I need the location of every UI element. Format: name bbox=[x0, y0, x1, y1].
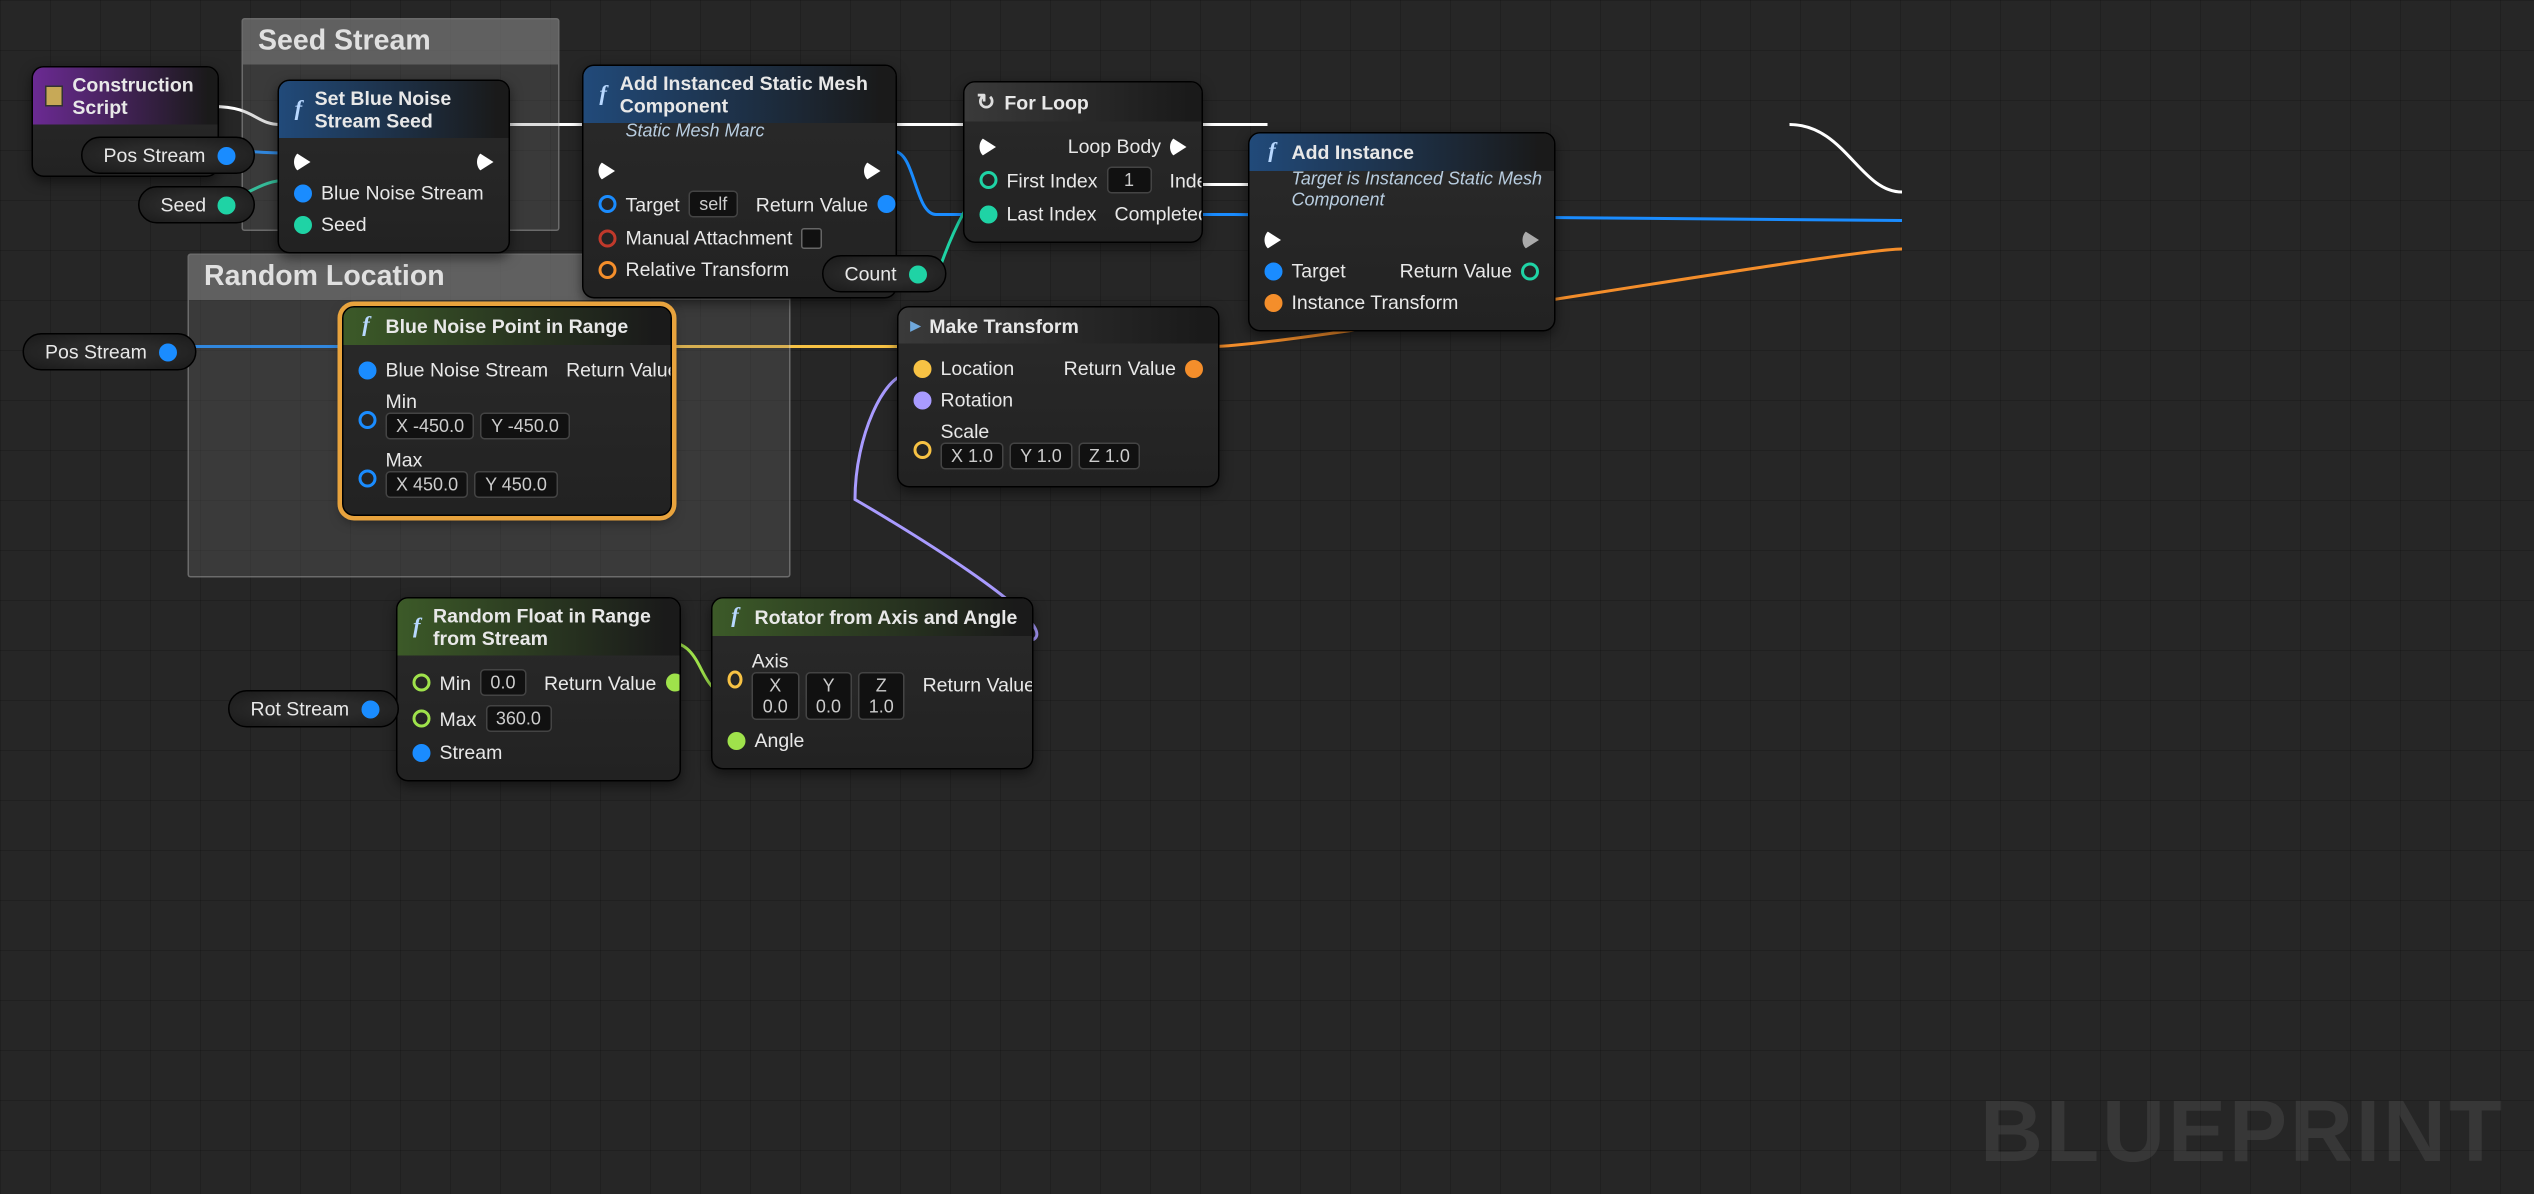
pin-max[interactable] bbox=[413, 710, 431, 728]
pin-stream[interactable] bbox=[413, 743, 431, 761]
pin-output[interactable] bbox=[217, 146, 235, 164]
max-y-input[interactable]: Y 450.0 bbox=[475, 471, 558, 498]
node-title: Set Blue Noise Stream Seed bbox=[315, 87, 497, 132]
function-icon: f bbox=[410, 614, 425, 640]
min-x-input[interactable]: X -450.0 bbox=[386, 413, 475, 440]
pin-location[interactable] bbox=[914, 359, 932, 377]
pin-target[interactable] bbox=[599, 195, 617, 213]
comment-title: Seed Stream bbox=[243, 20, 558, 65]
node-header: Construction Script bbox=[33, 68, 218, 125]
var-rot-stream[interactable]: Rot Stream bbox=[228, 690, 399, 728]
scale-y-input[interactable]: Y 1.0 bbox=[1010, 443, 1073, 470]
function-icon: f bbox=[1262, 140, 1283, 166]
pin-output[interactable] bbox=[909, 265, 927, 283]
node-title: Blue Noise Point in Range bbox=[386, 315, 629, 338]
exec-out-pin[interactable] bbox=[477, 152, 494, 173]
node-title: Rotator from Axis and Angle bbox=[755, 606, 1018, 629]
exec-in-pin[interactable] bbox=[294, 152, 311, 173]
node-rotator-axis-angle[interactable]: f Rotator from Axis and Angle Axis X 0.0… bbox=[711, 597, 1034, 770]
node-header: f Set Blue Noise Stream Seed bbox=[279, 81, 509, 138]
first-index-value[interactable]: 1 bbox=[1107, 167, 1152, 194]
pin-last-index[interactable] bbox=[980, 205, 998, 223]
pin-return-value[interactable] bbox=[877, 195, 895, 213]
node-header: Make Transform bbox=[899, 308, 1219, 344]
pin-output[interactable] bbox=[361, 700, 379, 718]
node-header: f Add Instanced Static Mesh Component bbox=[584, 66, 896, 123]
node-blue-noise-point[interactable]: f Blue Noise Point in Range Blue Noise S… bbox=[342, 306, 672, 516]
node-add-instance[interactable]: f Add Instance Target is Instanced Stati… bbox=[1248, 132, 1556, 332]
min-y-input[interactable]: Y -450.0 bbox=[481, 413, 570, 440]
function-icon: f bbox=[291, 97, 306, 123]
exec-out-pin[interactable] bbox=[864, 161, 881, 182]
pin-blue-noise-stream[interactable] bbox=[294, 184, 312, 202]
node-random-float-stream[interactable]: f Random Float in Range from Stream Min0… bbox=[396, 597, 681, 782]
pin-return-value[interactable] bbox=[1521, 262, 1539, 280]
pin-angle[interactable] bbox=[728, 731, 746, 749]
pin-min[interactable] bbox=[413, 674, 431, 692]
node-set-blue-noise-seed[interactable]: f Set Blue Noise Stream Seed Blue Noise … bbox=[278, 80, 511, 254]
node-header: For Loop bbox=[965, 83, 1202, 122]
pin-max[interactable] bbox=[359, 470, 377, 488]
pin-output[interactable] bbox=[218, 196, 236, 214]
scale-z-input[interactable]: Z 1.0 bbox=[1078, 443, 1140, 470]
node-for-loop[interactable]: For Loop Loop Body First Index1 Index La… bbox=[963, 81, 1203, 243]
exec-out-pin[interactable] bbox=[1523, 230, 1540, 251]
pin-min[interactable] bbox=[359, 411, 377, 429]
scale-x-input[interactable]: X 1.0 bbox=[941, 443, 1004, 470]
construction-icon bbox=[45, 86, 63, 107]
pin-target[interactable] bbox=[1265, 262, 1283, 280]
pin-instance-transform[interactable] bbox=[1265, 293, 1283, 311]
node-subtitle: Target is Instanced Static Mesh Componen… bbox=[1250, 168, 1555, 216]
axis-z-input[interactable]: Z 1.0 bbox=[858, 672, 905, 720]
pin-rotation[interactable] bbox=[914, 391, 932, 409]
node-title: Make Transform bbox=[929, 314, 1079, 337]
pin-scale[interactable] bbox=[914, 441, 932, 459]
pin-output[interactable] bbox=[159, 343, 177, 361]
node-title: For Loop bbox=[1004, 91, 1088, 114]
node-make-transform[interactable]: Make Transform Location Return Value Rot… bbox=[897, 306, 1220, 488]
pin-axis[interactable] bbox=[728, 671, 743, 689]
pin-manual-attachment[interactable] bbox=[599, 229, 617, 247]
exec-in-pin[interactable] bbox=[599, 161, 616, 182]
function-icon: f bbox=[596, 82, 611, 108]
function-icon: f bbox=[356, 314, 377, 340]
node-title: Add Instanced Static Mesh Component bbox=[620, 72, 884, 117]
function-icon: f bbox=[725, 605, 746, 631]
blueprint-watermark: BLUEPRINT bbox=[1980, 1082, 2505, 1183]
pin-return-value[interactable] bbox=[1185, 359, 1203, 377]
target-value[interactable]: self bbox=[689, 191, 738, 218]
loop-icon bbox=[977, 89, 996, 116]
var-count[interactable]: Count bbox=[822, 255, 946, 293]
node-header: f Blue Noise Point in Range bbox=[344, 308, 671, 346]
node-title: Random Float in Range from Stream bbox=[433, 605, 667, 650]
var-pos-stream-2[interactable]: Pos Stream bbox=[23, 333, 197, 371]
pin-relative-transform[interactable] bbox=[599, 260, 617, 278]
node-subtitle: Static Mesh Marc bbox=[584, 120, 896, 147]
node-header: f Random Float in Range from Stream bbox=[398, 599, 680, 656]
node-title: Construction Script bbox=[72, 74, 205, 119]
exec-in-pin[interactable] bbox=[980, 136, 997, 157]
node-title: Add Instance bbox=[1292, 141, 1414, 164]
var-seed[interactable]: Seed bbox=[138, 186, 256, 224]
axis-x-input[interactable]: X 0.0 bbox=[752, 672, 799, 720]
exec-loop-body-pin[interactable] bbox=[1170, 136, 1187, 157]
node-header: f Rotator from Axis and Angle bbox=[713, 599, 1033, 637]
pin-return-value[interactable] bbox=[665, 674, 681, 692]
max-x-input[interactable]: X 450.0 bbox=[386, 471, 469, 498]
make-struct-icon bbox=[911, 314, 921, 338]
node-header: f Add Instance bbox=[1250, 134, 1555, 172]
pin-blue-noise-stream[interactable] bbox=[359, 361, 377, 379]
pin-seed[interactable] bbox=[294, 215, 312, 233]
var-pos-stream-1[interactable]: Pos Stream bbox=[81, 137, 255, 175]
pin-first-index[interactable] bbox=[980, 171, 998, 189]
manual-attachment-checkbox[interactable] bbox=[801, 227, 822, 248]
min-value[interactable]: 0.0 bbox=[480, 669, 526, 696]
max-value[interactable]: 360.0 bbox=[485, 705, 551, 732]
axis-y-input[interactable]: Y 0.0 bbox=[805, 672, 852, 720]
exec-in-pin[interactable] bbox=[1265, 230, 1282, 251]
